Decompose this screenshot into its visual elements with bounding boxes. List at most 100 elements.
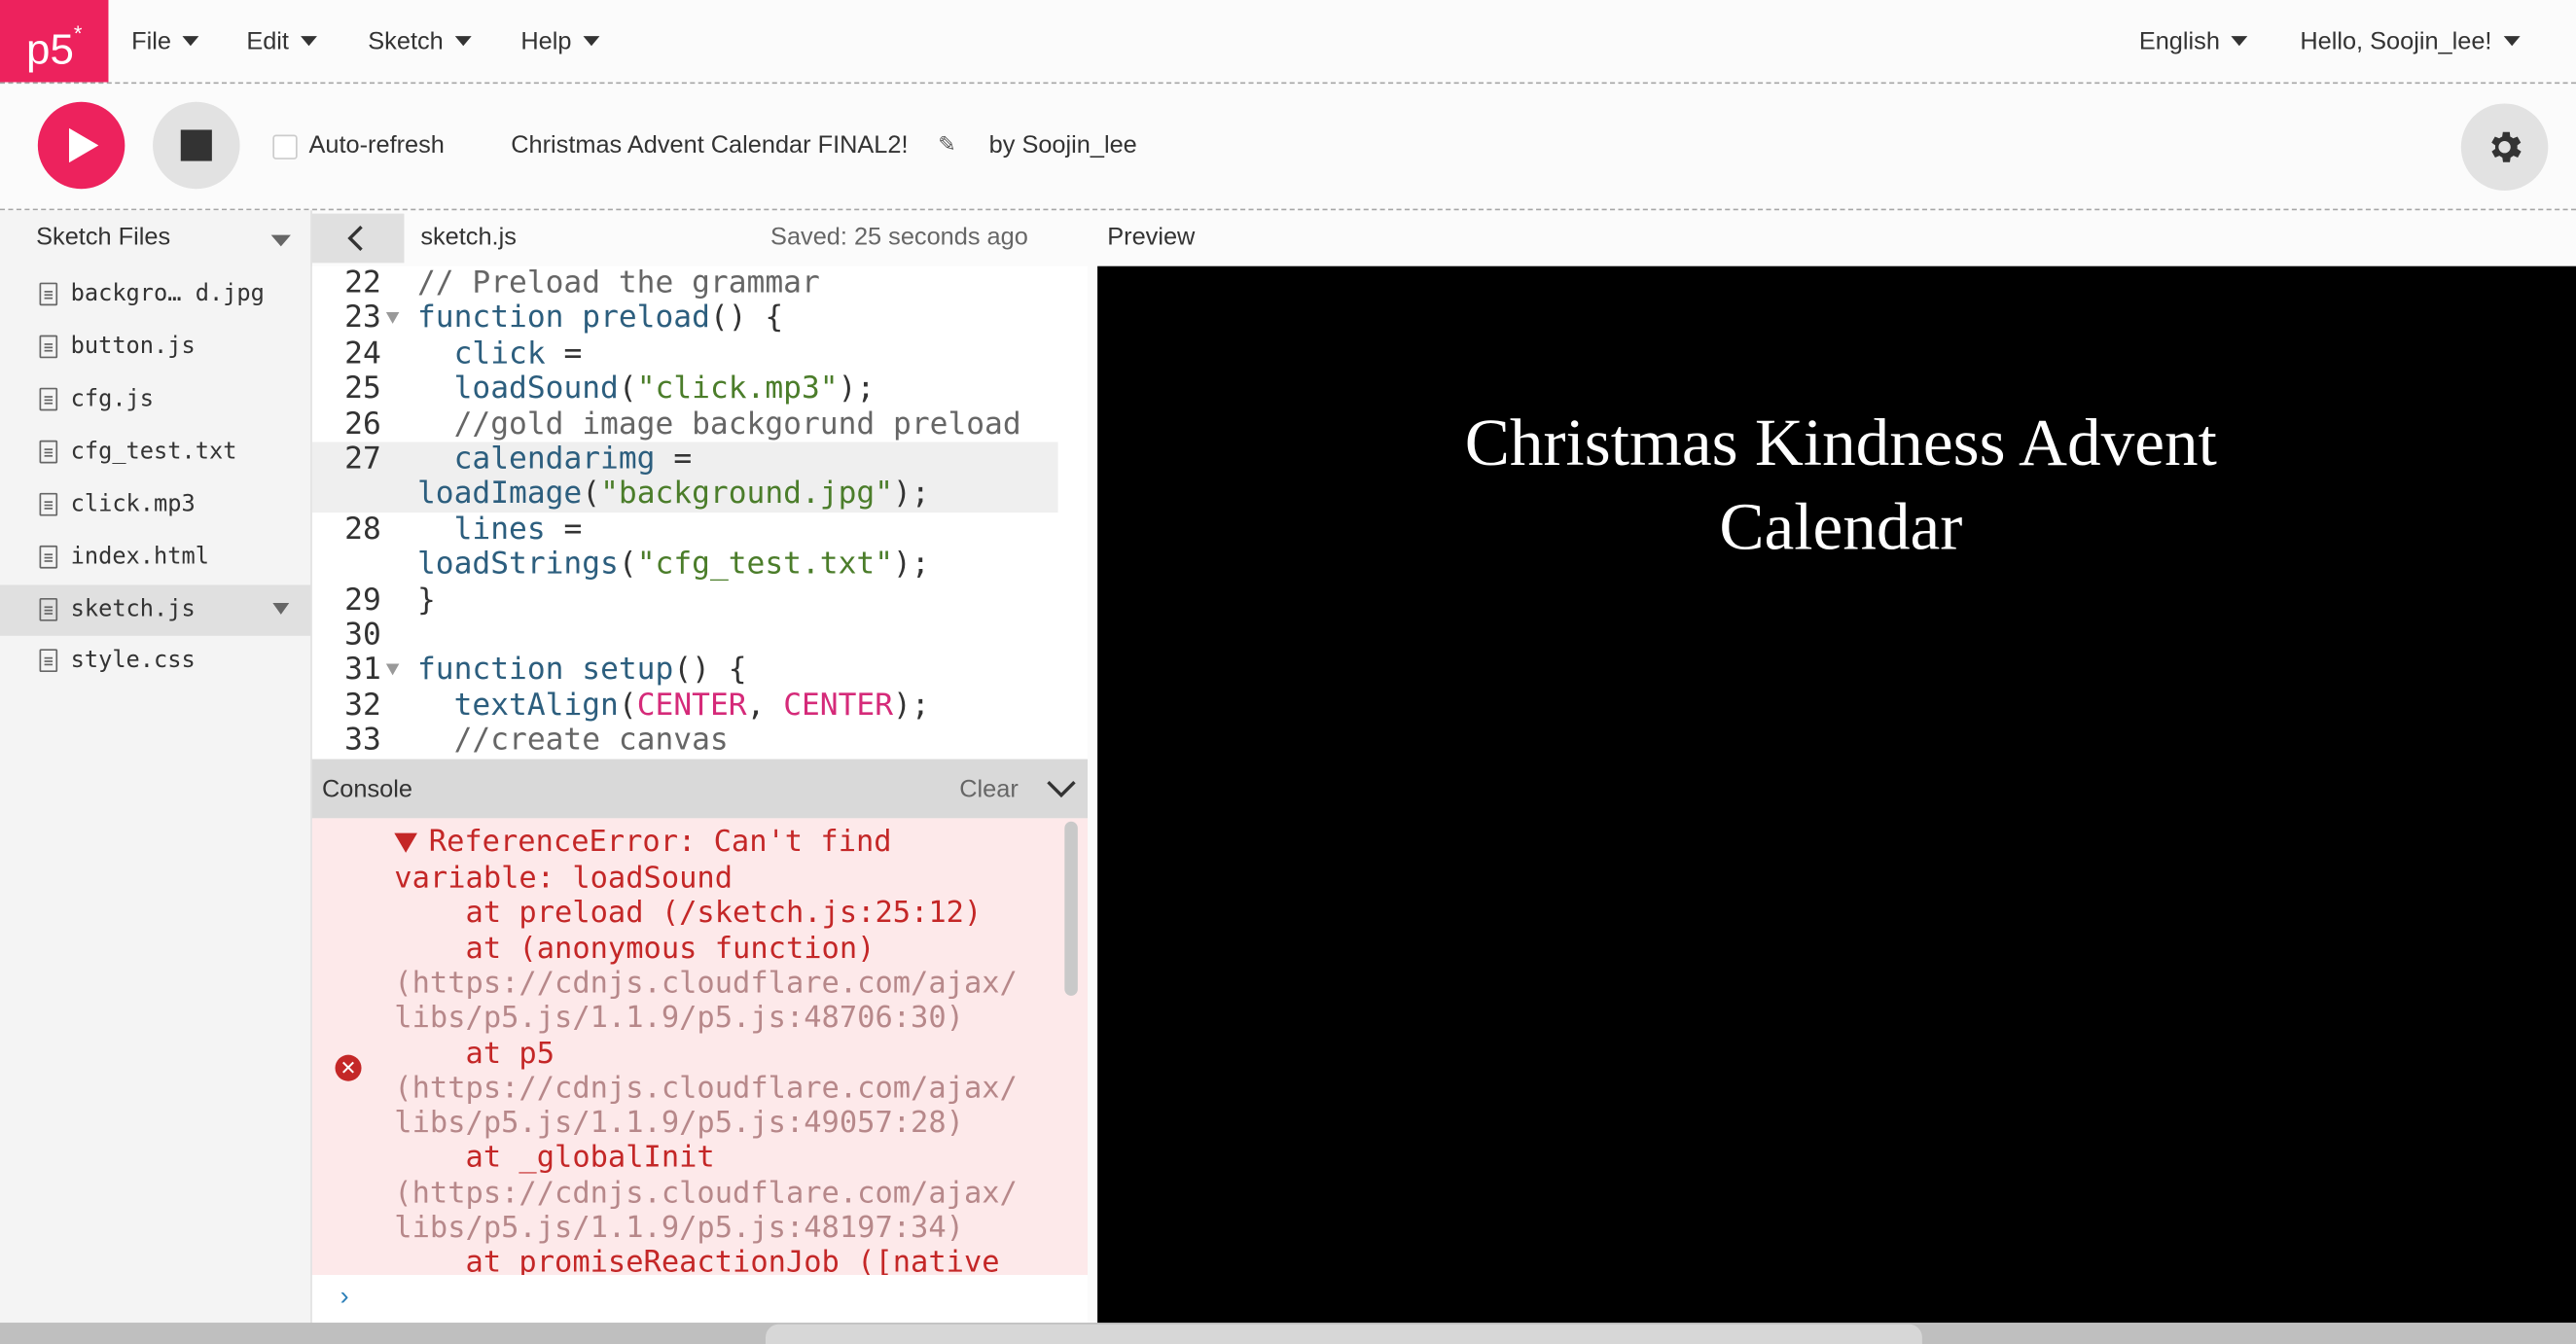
file-name: backgro… d.jpg <box>70 280 265 307</box>
user-greeting: Hello, Soojin_lee! <box>2300 27 2492 56</box>
console-line: at p5 <box>394 1037 555 1072</box>
line-number: 33 <box>344 723 381 758</box>
save-status: Saved: 25 seconds ago <box>770 223 1028 252</box>
file-name: index.html <box>70 544 209 571</box>
logo-asterisk: * <box>73 20 83 47</box>
console-title: Console <box>322 775 412 804</box>
language-menu[interactable]: English <box>2139 0 2248 82</box>
play-icon <box>68 127 99 163</box>
line-number: 29 <box>344 583 381 619</box>
console-input[interactable]: › <box>311 1275 1088 1324</box>
console-line: ReferenceError: Can't find <box>428 825 892 860</box>
top-nav: p5* File Edit Sketch Help English Hello,… <box>0 0 2576 85</box>
code-line: loadSound("click.mp3"); <box>453 371 876 407</box>
play-button[interactable] <box>37 101 125 190</box>
file-item[interactable]: click.mp3 <box>0 479 310 530</box>
preview-title-line-2: Calendar <box>1719 487 1963 564</box>
sketch-name[interactable]: Christmas Advent Calendar FINAL2! <box>511 131 908 159</box>
menu-sketch-label: Sketch <box>368 27 444 56</box>
chevron-down-icon <box>182 36 199 47</box>
file-icon <box>39 282 58 306</box>
file-item[interactable]: cfg_test.txt <box>0 427 310 477</box>
console-prompt-icon: › <box>340 1283 349 1312</box>
line-number: 25 <box>344 371 381 407</box>
console-line: at promiseReactionJob ([native <box>394 1245 1000 1276</box>
file-item[interactable]: backgro… d.jpg <box>0 269 310 320</box>
code-line: lines = <box>453 513 583 548</box>
line-number: 24 <box>344 336 381 371</box>
fold-arrow-icon[interactable] <box>385 663 400 676</box>
line-number: 30 <box>344 618 381 653</box>
logo-text: p5 <box>26 23 74 74</box>
chevron-down-icon[interactable] <box>1047 779 1076 798</box>
auto-refresh-checkbox[interactable] <box>272 134 298 159</box>
fold-arrow-icon[interactable] <box>385 312 400 324</box>
code-line: textAlign(CENTER, CENTER); <box>453 688 930 724</box>
console-line: libs/p5.js/1.1.9/p5.js:48706:30) <box>394 1000 964 1036</box>
pencil-icon[interactable]: ✎ <box>938 131 955 158</box>
line-number: 31 <box>344 652 381 688</box>
file-icon <box>39 387 58 411</box>
dock <box>765 1324 1922 1344</box>
code-line-wrapped: loadImage("background.jpg"); <box>416 476 930 512</box>
file-name: cfg.js <box>70 386 155 413</box>
code-line: //create canvas <box>416 723 729 758</box>
p5-web-editor: p5* File Edit Sketch Help English Hello,… <box>0 0 2576 1344</box>
file-name: click.mp3 <box>70 491 196 518</box>
console-line: (https://cdnjs.cloudflare.com/ajax/ <box>394 966 1018 1001</box>
console-clear-button[interactable]: Clear <box>959 775 1019 803</box>
file-icon <box>39 492 58 516</box>
file-item[interactable]: button.js <box>0 322 310 372</box>
file-icon <box>39 440 58 464</box>
code-line-wrapped: loadStrings("cfg_test.txt"); <box>416 547 930 583</box>
stop-button[interactable] <box>153 101 240 190</box>
console-output: ✕ ReferenceError: Can't find variable: l… <box>311 818 1088 1276</box>
file-name: cfg_test.txt <box>70 439 237 466</box>
file-name: style.css <box>70 647 196 674</box>
menu-edit[interactable]: Edit <box>246 0 317 82</box>
file-icon <box>39 545 58 569</box>
console-line: libs/p5.js/1.1.9/p5.js:49057:28) <box>394 1106 964 1141</box>
menu-help[interactable]: Help <box>520 0 600 82</box>
collapse-sidebar-button[interactable] <box>311 213 405 264</box>
console-line: variable: loadSound <box>394 861 733 896</box>
auto-refresh-label[interactable]: Auto-refresh <box>308 131 444 159</box>
code-editor[interactable]: 22 // Preload the grammar 23 function pr… <box>311 265 1088 760</box>
chevron-down-icon <box>583 36 600 47</box>
code-line: function setup() { <box>416 652 747 688</box>
code-line: click = <box>453 336 583 371</box>
toolbar: Auto-refresh Christmas Advent Calendar F… <box>0 84 2576 211</box>
file-item[interactable]: style.css <box>0 636 310 687</box>
menu-file[interactable]: File <box>131 0 199 82</box>
line-number: 28 <box>344 513 381 548</box>
console-line: libs/p5.js/1.1.9/p5.js:48197:34) <box>394 1211 964 1246</box>
file-icon <box>39 597 58 621</box>
file-item[interactable]: cfg.js <box>0 374 310 425</box>
chevron-down-icon <box>2503 36 2521 47</box>
user-menu[interactable]: Hello, Soojin_lee! <box>2300 0 2521 82</box>
language-label: English <box>2138 27 2220 56</box>
line-number: 23 <box>344 301 381 336</box>
code-line: //gold image backgorund preload <box>416 407 1021 442</box>
settings-button[interactable] <box>2460 103 2549 191</box>
expand-triangle-icon[interactable] <box>394 832 417 853</box>
preview-canvas[interactable]: Christmas Kindness Advent Calendar <box>1097 265 2576 1325</box>
chevron-down-icon <box>2231 36 2248 47</box>
line-number: 22 <box>344 265 381 301</box>
console-line: (https://cdnjs.cloudflare.com/ajax/ <box>394 1071 1018 1107</box>
preview-label: Preview <box>1107 223 1196 252</box>
file-item[interactable]: index.html <box>0 532 310 583</box>
console-scrollbar-thumb[interactable] <box>1064 821 1078 996</box>
code-line: // Preload the grammar <box>416 265 820 301</box>
file-icon <box>39 649 58 673</box>
line-number: 32 <box>344 688 381 724</box>
chevron-down-icon[interactable] <box>270 234 291 247</box>
file-item-selected[interactable]: sketch.js <box>0 584 311 636</box>
sketch-author[interactable]: by Soojin_lee <box>989 131 1137 159</box>
editor-tab[interactable]: sketch.js <box>420 224 517 252</box>
code-line: function preload() { <box>416 301 784 336</box>
file-options-chevron-icon[interactable] <box>272 603 290 615</box>
p5-logo[interactable]: p5* <box>0 0 109 83</box>
preview-title-line-1: Christmas Kindness Advent <box>1464 404 2217 480</box>
menu-sketch[interactable]: Sketch <box>368 0 472 82</box>
